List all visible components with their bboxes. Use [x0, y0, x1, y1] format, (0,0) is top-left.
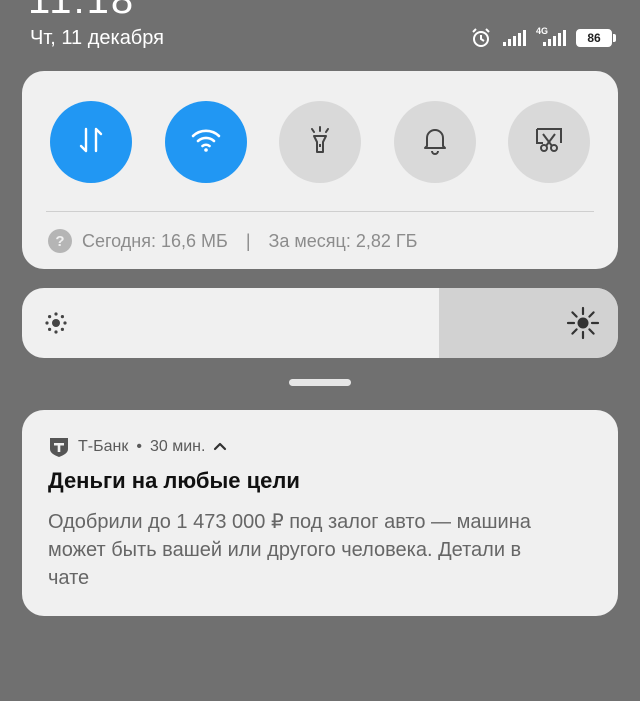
status-icons: 4G 86: [470, 26, 616, 49]
status-date: Чт, 11 декабря: [30, 26, 164, 49]
battery-level: 86: [576, 29, 612, 47]
quick-settings-panel: ? Сегодня: 16,6 МБ | За месяц: 2,82 ГБ: [22, 71, 618, 269]
quick-toggles: [50, 101, 590, 183]
notification-title: Деньги на любые цели: [48, 468, 300, 493]
status-bar: Чт, 11 декабря 4G 86: [30, 25, 616, 51]
data-transfer-icon: [77, 125, 105, 160]
wifi-toggle[interactable]: [164, 101, 247, 183]
brightness-slider[interactable]: [22, 288, 618, 358]
screenshot-toggle[interactable]: [508, 101, 590, 183]
clock-time: 11:18: [28, 0, 136, 22]
usage-month: За месяц: 2,82 ГБ: [268, 230, 418, 251]
mobile-data-toggle[interactable]: [50, 101, 132, 183]
alarm-icon: [470, 27, 492, 49]
flashlight-icon: [306, 125, 334, 160]
notification-app-name: Т-Банк: [78, 438, 129, 455]
usage-separator: |: [245, 230, 251, 251]
flashlight-toggle[interactable]: [279, 101, 361, 183]
chevron-up-icon[interactable]: [213, 438, 227, 456]
usage-today: Сегодня: 16,6 МБ: [82, 230, 228, 251]
bell-icon: [422, 125, 448, 160]
signal-4g-icon: 4G: [536, 26, 566, 46]
signal-icon: [502, 30, 526, 46]
help-icon: ?: [48, 229, 72, 253]
brightness-high-icon: [566, 306, 600, 345]
tbank-app-icon: [48, 436, 70, 458]
notification-time: 30 мин.: [149, 438, 206, 455]
network-type-label: 4G: [536, 26, 549, 36]
brightness-low-icon: [44, 311, 68, 340]
battery-icon: 86: [576, 29, 616, 47]
notifications-toggle[interactable]: [393, 101, 476, 183]
notification-header: Т-Банк • 30 мин.: [48, 436, 227, 458]
notification-dot: •: [136, 438, 142, 455]
wifi-icon: [190, 127, 222, 158]
data-usage[interactable]: ? Сегодня: 16,6 МБ | За месяц: 2,82 ГБ: [48, 229, 417, 253]
panel-drag-handle[interactable]: [289, 379, 351, 386]
divider: [46, 211, 594, 212]
scissors-icon: [534, 126, 564, 159]
notification-card[interactable]: Т-Банк • 30 мин. Деньги на любые цели Од…: [22, 410, 618, 616]
notification-body: Одобрили до 1 473 000 ₽ под залог авто —…: [48, 511, 531, 589]
